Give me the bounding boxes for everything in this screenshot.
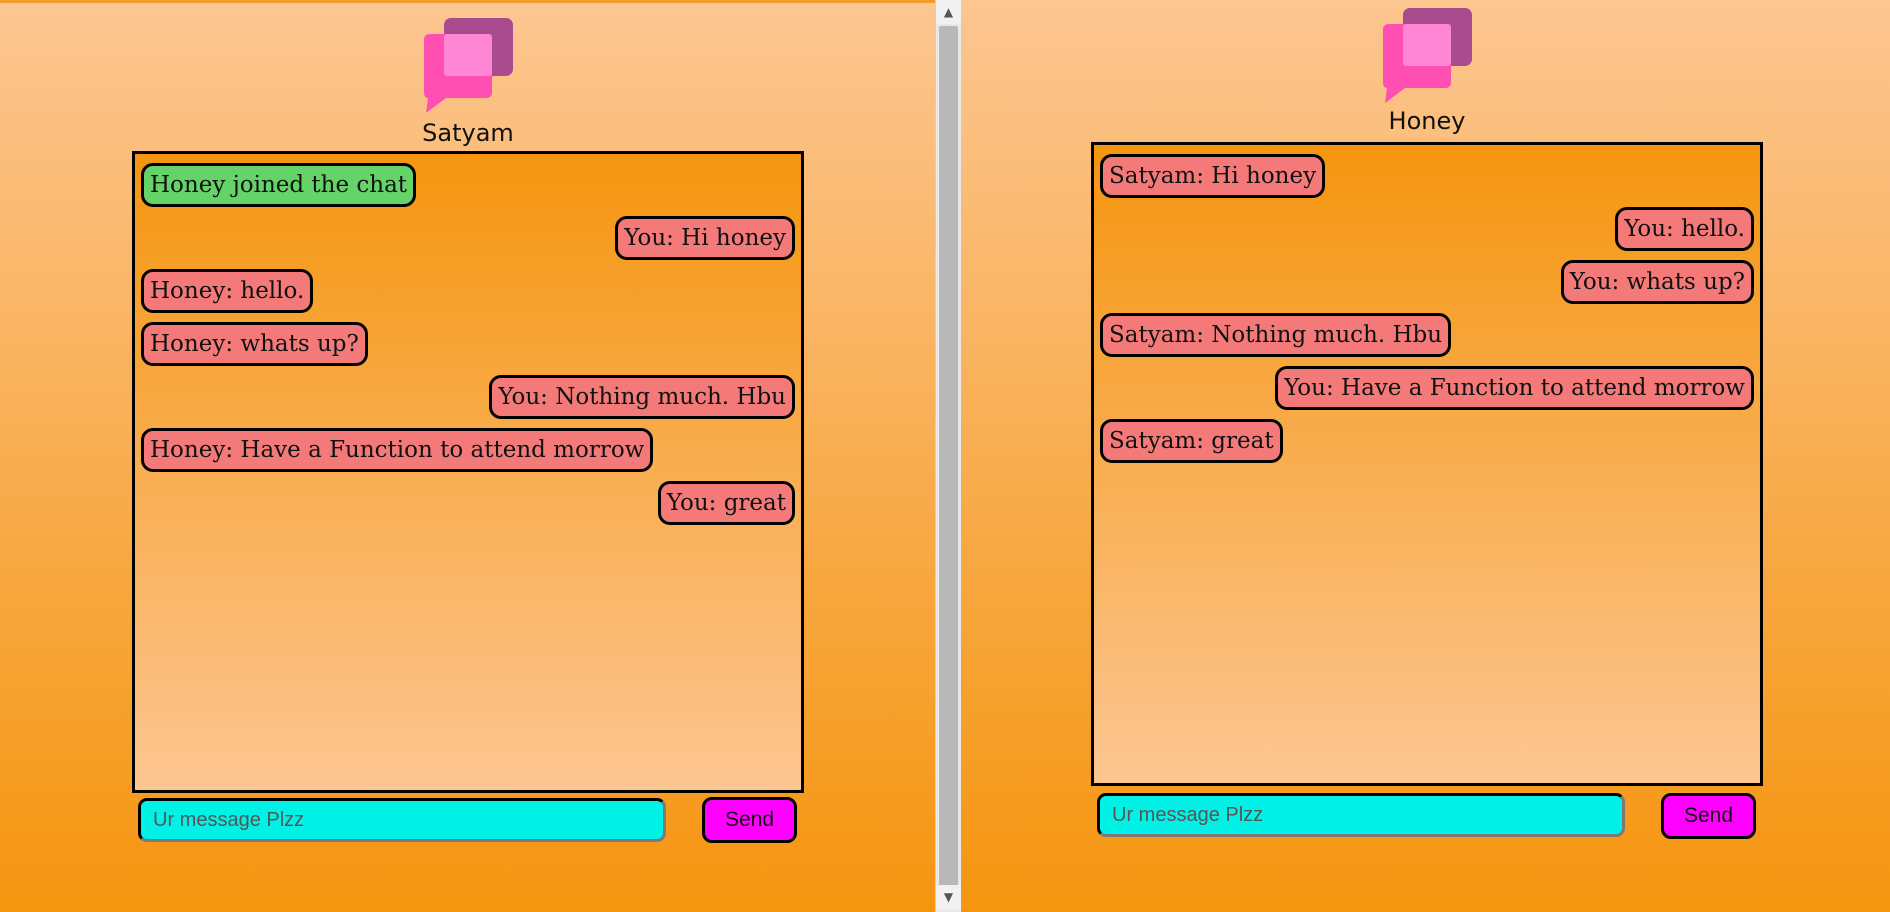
message-bubble: You: great <box>657 481 795 525</box>
message-row: Honey: Have a Function to attend morrow <box>135 428 801 481</box>
vertical-scrollbar[interactable]: ▲ ▼ <box>935 0 961 912</box>
scroll-thumb[interactable] <box>939 26 958 886</box>
username-title: Honey <box>1388 107 1466 135</box>
message-bubble: Satyam: Nothing much. Hbu <box>1100 313 1452 357</box>
message-row: You: whats up? <box>1094 260 1760 313</box>
message-row: You: Hi honey <box>135 216 801 269</box>
message-row: You: Have a Function to attend morrow <box>1094 366 1760 419</box>
message-row: Honey: hello. <box>135 269 801 322</box>
message-row: You: hello. <box>1094 207 1760 260</box>
message-bubble: You: hello. <box>1615 207 1754 251</box>
system-message-bubble: Honey joined the chat <box>141 163 417 207</box>
message-input[interactable] <box>138 798 666 842</box>
chat-logo-icon <box>1383 8 1473 103</box>
message-row: You: great <box>135 481 801 534</box>
message-row: You: Nothing much. Hbu <box>135 375 801 428</box>
message-bubble: You: Have a Function to attend morrow <box>1275 366 1754 410</box>
message-bubble: Satyam: Hi honey <box>1100 154 1326 198</box>
scroll-down-arrow-icon[interactable]: ▼ <box>936 885 961 909</box>
message-bubble: You: Nothing much. Hbu <box>489 375 795 419</box>
message-bubble: Honey: whats up? <box>141 322 368 366</box>
chat-window-left: Satyam Honey joined the chat You: Hi hone… <box>0 0 935 912</box>
scroll-up-arrow-icon[interactable]: ▲ <box>936 0 961 24</box>
message-row: Honey: whats up? <box>135 322 801 375</box>
username-title: Satyam <box>422 119 514 147</box>
message-row: Honey joined the chat <box>135 163 801 216</box>
send-button[interactable]: Send <box>702 797 797 843</box>
send-button[interactable]: Send <box>1661 793 1756 839</box>
message-bubble: Satyam: great <box>1100 419 1283 463</box>
message-bubble: Honey: hello. <box>141 269 314 313</box>
message-row: Satyam: Hi honey <box>1094 154 1760 207</box>
message-bubble: Honey: Have a Function to attend morrow <box>141 428 654 472</box>
message-bubble: You: Hi honey <box>615 216 795 260</box>
chat-logo-icon <box>424 18 514 113</box>
message-input[interactable] <box>1097 793 1625 837</box>
message-row: Satyam: great <box>1094 419 1760 472</box>
message-bubble: You: whats up? <box>1560 260 1754 304</box>
message-row: Satyam: Nothing much. Hbu <box>1094 313 1760 366</box>
message-list: Satyam: Hi honey You: hello. You: whats up… <box>1091 142 1763 786</box>
message-list: Honey joined the chat You: Hi honey Honey:… <box>132 151 804 793</box>
chat-window-right: Honey Satyam: Hi honey You: hello. You: wh… <box>961 0 1890 912</box>
